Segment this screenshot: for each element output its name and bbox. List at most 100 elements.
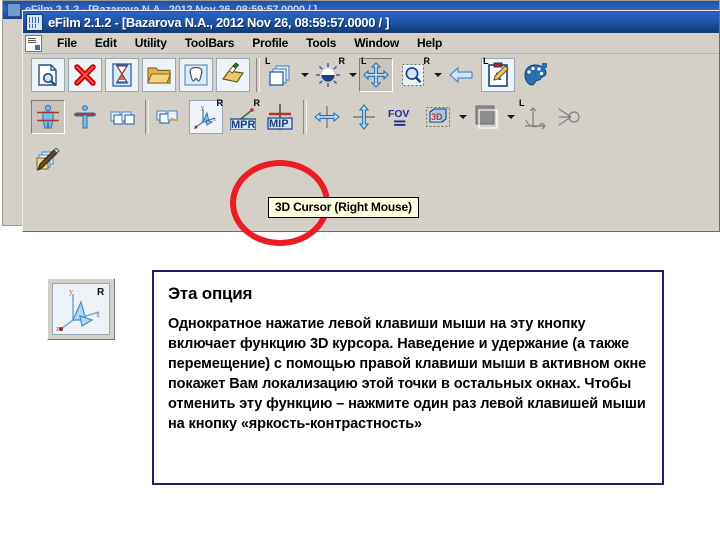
toolbar-separator: [145, 100, 149, 134]
tooth-scan-icon: [184, 64, 208, 86]
menubar: File Edit Utility ToolBars Profile Tools…: [23, 33, 719, 54]
mouse-binding-tag: R: [423, 56, 431, 66]
3d-cursor-icon: y x z: [194, 105, 216, 130]
efilm-app-icon: [26, 13, 43, 31]
annotate-text-button[interactable]: L A: [481, 56, 515, 92]
orientation-cube-button[interactable]: L: [517, 98, 551, 134]
window-title: eFilm 2.1.2 - [Bazarova N.A., 2012 Nov 2…: [48, 14, 390, 30]
toolbar-separator: [256, 58, 260, 92]
mip-icon: MIP: [267, 104, 293, 130]
delete-button[interactable]: [68, 58, 102, 92]
stack-copy-button[interactable]: L: [263, 56, 297, 92]
flip-vertical-icon: [353, 104, 375, 130]
menu-item-profile[interactable]: Profile: [243, 34, 297, 52]
lighting-button[interactable]: [554, 100, 588, 134]
toolbar-row-2: R y x z R: [31, 98, 591, 134]
callout-heading: Эта опция: [168, 284, 253, 303]
hourglass-icon: [112, 63, 132, 87]
series-link-icon: [156, 110, 179, 124]
svg-text:3D: 3D: [431, 112, 443, 122]
svg-text:y: y: [201, 105, 204, 111]
open-folder-icon: [147, 67, 172, 84]
zoom-button[interactable]: R: [396, 56, 431, 92]
mpr-button[interactable]: R MPR: [226, 98, 261, 134]
screenshot-root: eFilm 2.1.2 - [Bazarova N.A., 2012 Nov 2…: [0, 0, 720, 540]
lighting-icon: [558, 108, 580, 126]
export-clipboard-button[interactable]: [216, 58, 250, 92]
svg-text:R: R: [97, 287, 105, 298]
menu-item-help[interactable]: Help: [408, 34, 451, 52]
zoom-dropdown[interactable]: [433, 60, 442, 90]
mouse-binding-tag: L: [519, 98, 525, 108]
callout-body: Однократное нажатие левой клавиши мыши н…: [168, 316, 647, 432]
svg-text:FOV: FOV: [388, 109, 409, 120]
measure-pencil-icon: [36, 148, 60, 172]
shutter-button[interactable]: [469, 100, 503, 134]
previous-button[interactable]: [444, 58, 478, 92]
mouse-binding-tag: R: [338, 56, 346, 66]
previous-arrow-icon: [449, 66, 473, 84]
document-search-button[interactable]: [31, 58, 65, 92]
menu-item-tools[interactable]: Tools: [297, 34, 345, 52]
3d-volume-icon: 3D: [426, 107, 450, 127]
stack-copy-dropdown[interactable]: [300, 60, 309, 90]
flip-vertical-button[interactable]: [347, 100, 381, 134]
palette-icon: [524, 63, 547, 86]
mip-button[interactable]: MIP: [263, 100, 297, 134]
series-pair-icon: [110, 111, 135, 125]
coronal-scout-icon: [74, 105, 96, 129]
document-control-icon[interactable]: [25, 34, 42, 52]
shutter-rect-icon: [475, 105, 498, 129]
svg-text:x: x: [96, 310, 100, 319]
tooltip: 3D Cursor (Right Mouse): [268, 197, 419, 218]
zoom-magnifier-icon: [402, 64, 424, 86]
svg-text:MPR: MPR: [231, 119, 256, 130]
3d-cursor-thumbnail-inner: y x z R: [52, 283, 110, 335]
shutter-dropdown[interactable]: [506, 102, 515, 132]
document-search-icon: [38, 64, 57, 86]
window-level-icon: [316, 63, 340, 87]
svg-text:y: y: [69, 287, 73, 296]
tooth-scan-button[interactable]: [179, 58, 213, 92]
window-level-button[interactable]: R: [311, 56, 346, 92]
fov-button[interactable]: FOV: [384, 100, 418, 134]
flip-horizontal-button[interactable]: [310, 100, 344, 134]
mouse-binding-tag: L: [361, 56, 367, 66]
mouse-binding-tag: L: [483, 56, 489, 66]
toolbar-separator: [303, 100, 307, 134]
3d-cursor-button[interactable]: R y x z: [189, 98, 224, 134]
3d-cursor-icon: y x z R: [56, 287, 105, 333]
titlebar[interactable]: eFilm 2.1.2 - [Bazarova N.A., 2012 Nov 2…: [23, 11, 719, 33]
mpr-icon: MPR: [230, 108, 256, 130]
palette-button[interactable]: [518, 58, 552, 92]
flip-horizontal-icon: [314, 106, 340, 128]
series-link-button[interactable]: [152, 100, 186, 134]
wait-button[interactable]: [105, 58, 139, 92]
mouse-binding-tag: R: [253, 98, 261, 108]
explanation-callout: Эта опция Однократное нажатие левой клав…: [152, 270, 664, 485]
3d-cursor-thumbnail: y x z R: [47, 278, 115, 340]
series-pair-button[interactable]: [105, 100, 139, 134]
export-clipboard-icon: [221, 62, 245, 83]
efilm-app-icon: [7, 3, 21, 17]
open-folder-button[interactable]: [142, 58, 176, 92]
coronal-scout-button[interactable]: [68, 100, 102, 134]
axial-scout-icon: [37, 104, 59, 129]
menu-item-file[interactable]: File: [48, 34, 86, 52]
axial-scout-button[interactable]: [31, 100, 65, 134]
3d-volume-button[interactable]: 3D: [421, 100, 455, 134]
toolbar-row-1: L R L R L: [31, 56, 555, 92]
window-level-dropdown[interactable]: [348, 60, 357, 90]
svg-text:MIP: MIP: [269, 118, 289, 130]
pan-button[interactable]: L: [359, 56, 393, 92]
mouse-binding-tag: R: [216, 98, 224, 108]
menu-item-edit[interactable]: Edit: [86, 34, 126, 52]
fov-equal-icon: FOV: [388, 109, 409, 126]
mouse-binding-tag: L: [265, 56, 271, 66]
measure-pencil-button[interactable]: [31, 144, 65, 178]
3d-volume-dropdown[interactable]: [458, 102, 467, 132]
menu-item-toolbars[interactable]: ToolBars: [176, 34, 244, 52]
menu-item-window[interactable]: Window: [345, 34, 408, 52]
menu-item-utility[interactable]: Utility: [126, 34, 176, 52]
delete-red-x-icon: [74, 64, 96, 86]
